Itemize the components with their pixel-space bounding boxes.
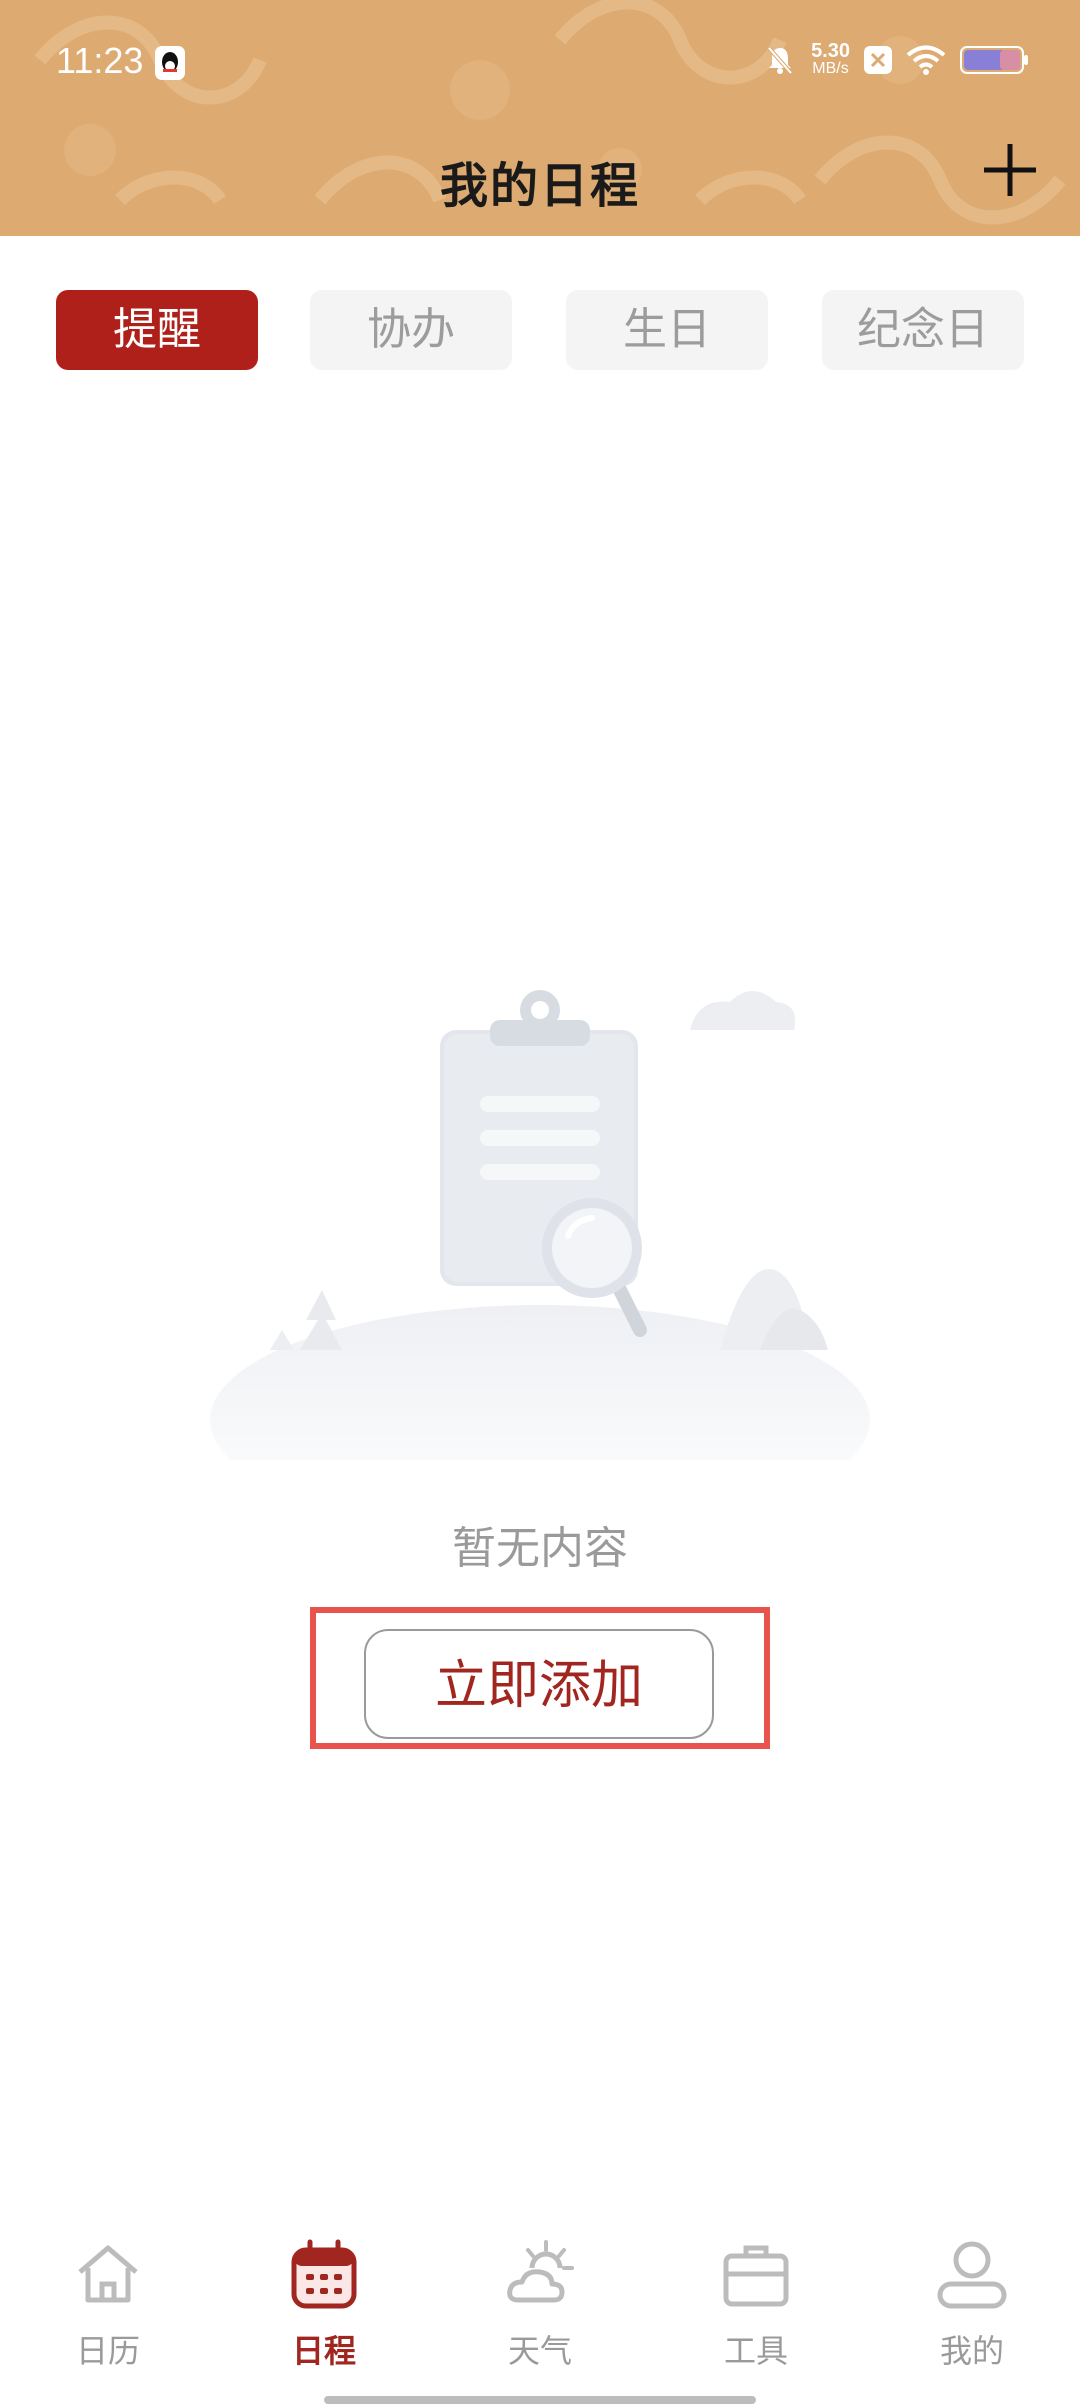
tab-collaboration[interactable]: 协办 (310, 290, 512, 370)
nav-item-calendar[interactable]: 日历 (38, 2224, 178, 2370)
empty-message: 暂无内容 (452, 1523, 628, 1574)
nav-label-calendar: 日历 (75, 2332, 140, 2370)
nav-label-weather: 天气 (507, 2332, 572, 2370)
calendar-icon (291, 2239, 357, 2309)
weather-icon (507, 2240, 574, 2303)
battery-icon (960, 46, 1028, 74)
nav-label-tools: 工具 (723, 2332, 788, 2370)
nav-item-weather[interactable]: 天气 (470, 2224, 610, 2370)
x-app-icon (864, 46, 892, 74)
nav-label-schedule: 日程 (291, 2332, 356, 2370)
header: 11:23 5.30 MB/s 我的日程 (0, 0, 1080, 236)
nav-item-schedule[interactable]: 日程 (254, 2224, 394, 2370)
qq-icon (155, 46, 185, 80)
bottom-nav: 日历 日程 天气 工具 我的 (0, 2224, 1080, 2370)
schedule-tabs: 提醒 协办 生日 纪念日 (56, 290, 1024, 370)
bell-muted-icon (767, 46, 793, 75)
plus-icon[interactable] (982, 142, 1038, 198)
net-speed: 5.30 MB/s (811, 40, 850, 78)
wifi-icon (906, 45, 946, 75)
nav-item-mine[interactable]: 我的 (902, 2224, 1042, 2370)
page-title: 我的日程 (439, 158, 640, 214)
home-indicator[interactable] (324, 2396, 756, 2404)
tab-reminder[interactable]: 提醒 (56, 290, 258, 370)
add-now-button[interactable]: 立即添加 (364, 1629, 714, 1739)
user-icon (937, 2241, 1007, 2309)
status-time: 11:23 (56, 40, 144, 81)
nav-item-tools[interactable]: 工具 (686, 2224, 826, 2370)
net-speed-unit: MB/s (812, 60, 849, 77)
home-icon (78, 2245, 138, 2303)
net-speed-value: 5.30 (811, 40, 850, 62)
status-icons: 5.30 MB/s (763, 40, 1030, 78)
toolbox-icon (723, 2245, 789, 2307)
empty-clipboard-illustration (210, 990, 870, 1460)
nav-label-mine: 我的 (939, 2332, 1004, 2370)
tab-birthday[interactable]: 生日 (566, 290, 768, 370)
tab-anniversary[interactable]: 纪念日 (822, 290, 1024, 370)
